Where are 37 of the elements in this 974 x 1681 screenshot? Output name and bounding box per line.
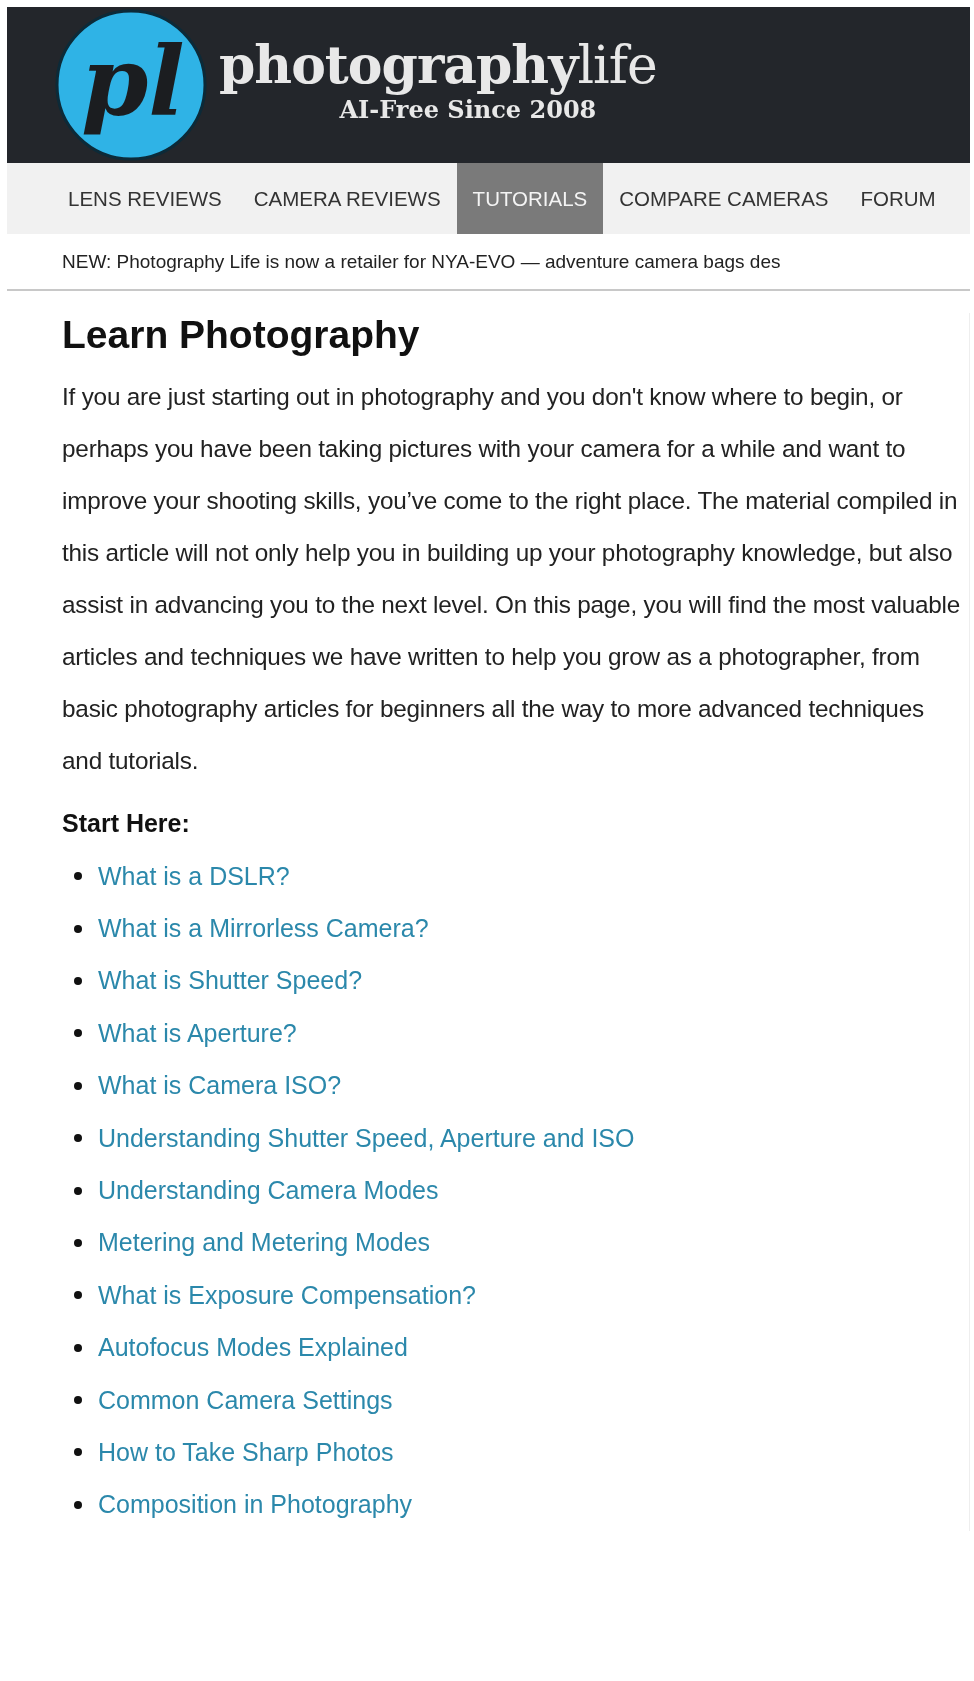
announcement-text: NEW: Photography Life is now a retailer for NYA-EVO — adventure camera bags des <box>7 234 970 291</box>
bullet-icon <box>74 976 82 985</box>
article-link[interactable]: Autofocus Modes Explained <box>98 1333 408 1363</box>
bullet-icon <box>74 872 82 881</box>
nav-tab[interactable]: LENS REVIEWS <box>52 163 238 234</box>
article-link[interactable]: What is a Mirrorless Camera? <box>98 914 429 944</box>
nav-tab[interactable]: CAMERA REVIEWS <box>237 163 457 234</box>
article-link[interactable]: What is Exposure Compensation? <box>98 1280 476 1310</box>
bullet-icon <box>74 1238 82 1247</box>
article-link[interactable]: What is Camera ISO? <box>98 1071 342 1101</box>
article-link[interactable]: What is Aperture? <box>98 1018 297 1048</box>
nav-tab[interactable]: FORUM <box>844 163 952 234</box>
article-link[interactable]: Composition in Photography <box>98 1490 413 1520</box>
nav-tab[interactable]: COMPARE CAMERAS <box>603 163 845 234</box>
bullet-icon <box>74 1081 82 1090</box>
bullet-icon <box>74 1448 82 1457</box>
bullet-icon <box>74 1134 82 1143</box>
bullet-icon <box>74 1291 82 1300</box>
section-heading: Start Here: <box>62 809 191 838</box>
page-title: Learn Photography <box>62 313 421 357</box>
bullet-icon <box>74 1500 82 1509</box>
bullet-icon <box>74 1186 82 1195</box>
article-link[interactable]: Understanding Camera Modes <box>98 1176 439 1206</box>
bullet-icon <box>74 924 82 933</box>
nav-tab[interactable]: TUTORIALS <box>456 163 604 234</box>
bullet-icon <box>74 1396 82 1405</box>
intro-paragraph: If you are just starting out in photography and you don't know where to begin, or perhaps you have been taking pictures with your camera for a while and want to improve your shooting skills, you’ve come to the right place. The material compiled in this article will not only help you in building up your photography knowledge, but also assist in advancing you to the next level. On this page, you will find the most valuable articles and techniques we have written to help you grow as a photographer, from basic photography articles for beginners all the way to more advanced techniques and tutorials. <box>62 382 962 776</box>
site-tagline: AI-Free Since 2008 <box>339 94 597 124</box>
article-link[interactable]: Common Camera Settings <box>98 1385 393 1415</box>
article-link[interactable]: What is a DSLR? <box>98 861 290 891</box>
article-link[interactable]: Understanding Shutter Speed, Aperture and ISO <box>98 1123 635 1153</box>
bullet-icon <box>74 1029 82 1038</box>
logo-icon[interactable]: pl <box>53 7 209 163</box>
article-link[interactable]: Metering and Metering Modes <box>98 1228 431 1258</box>
article-link[interactable]: How to Take Sharp Photos <box>98 1438 394 1467</box>
bullet-icon <box>74 1343 82 1352</box>
article-link[interactable]: What is Shutter Speed? <box>98 966 363 996</box>
